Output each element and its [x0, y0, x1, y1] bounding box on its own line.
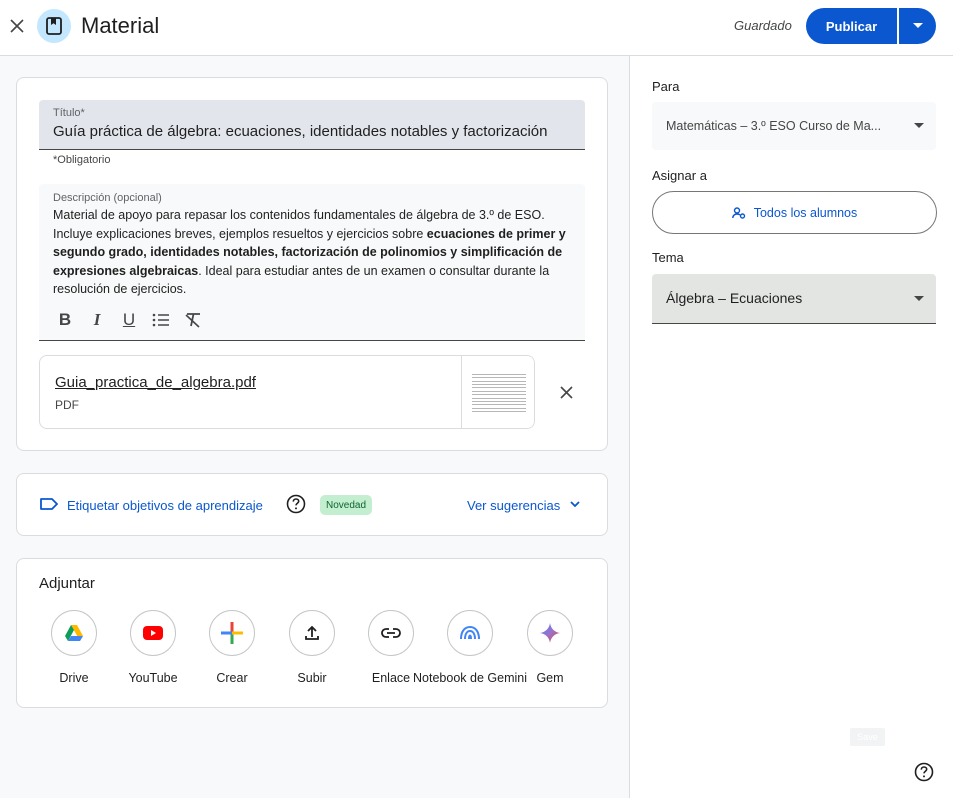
formatting-toolbar: B I U — [49, 308, 209, 332]
close-icon — [559, 385, 573, 399]
attach-option-label: Gem — [536, 671, 564, 685]
class-select[interactable]: Matemáticas – 3.º ESO Curso de Ma... — [652, 102, 936, 150]
caret-down-icon — [912, 23, 923, 28]
attach-notebook-option[interactable]: Notebook de Gemini — [413, 610, 527, 685]
notebook-button[interactable] — [447, 610, 493, 656]
drive-icon — [65, 625, 83, 641]
class-select-value: Matemáticas – 3.º ESO Curso de Ma... — [666, 119, 882, 133]
notebook-icon — [460, 626, 480, 640]
attachment-thumbnail[interactable] — [461, 356, 534, 428]
bold-button[interactable]: B — [49, 308, 81, 332]
attach-option-label: Subir — [297, 671, 327, 685]
top-bar: Material Guardado Publicar — [0, 0, 953, 56]
tema-label: Tema — [652, 250, 684, 265]
attachment-file-type: PDF — [55, 398, 79, 412]
topic-select-value: Álgebra – Ecuaciones — [666, 290, 803, 306]
link-button[interactable] — [368, 610, 414, 656]
new-badge: Novedad — [320, 495, 373, 515]
clear-formatting-button[interactable] — [177, 308, 209, 332]
help-icon[interactable] — [286, 494, 306, 514]
youtube-icon — [143, 626, 163, 640]
publish-options-button[interactable] — [899, 8, 936, 44]
page-title: Material — [81, 13, 160, 38]
attach-drive-option[interactable]: Drive — [34, 610, 114, 685]
dropdown-arrow-icon — [914, 296, 924, 301]
close-button[interactable] — [4, 12, 30, 40]
tag-learning-goals-link[interactable]: Etiquetar objetivos de aprendizaje — [67, 498, 263, 513]
drive-button[interactable] — [51, 610, 97, 656]
gem-button[interactable] — [527, 610, 573, 656]
attach-option-label: Enlace — [371, 671, 411, 685]
dropdown-arrow-icon — [914, 123, 924, 128]
description-label: Descripción (opcional) — [53, 192, 162, 204]
bookmark-book-icon — [46, 17, 62, 35]
italic-button[interactable]: I — [81, 308, 113, 332]
bulleted-list-button[interactable] — [145, 308, 177, 332]
close-icon — [10, 19, 24, 33]
youtube-button[interactable] — [130, 610, 176, 656]
description-text[interactable]: Material de apoyo para repasar los conte… — [53, 206, 578, 299]
people-icon — [731, 206, 745, 219]
link-icon — [381, 628, 401, 638]
upload-button[interactable] — [289, 610, 335, 656]
material-app-icon — [37, 9, 71, 43]
assign-students-button[interactable]: Todos los alumnos — [652, 191, 937, 234]
learning-goals-card: Etiquetar objetivos de aprendizaje Noved… — [16, 473, 608, 536]
remove-attachment-button[interactable] — [553, 379, 579, 405]
attach-section-title: Adjuntar — [39, 575, 95, 592]
editor-area: Título* Guía práctica de álgebra: ecuaci… — [0, 56, 629, 798]
title-label: Título* — [53, 107, 85, 119]
attachment-card[interactable]: Guia_practica_de_algebra.pdf PDF — [39, 355, 535, 429]
attach-youtube-option[interactable]: YouTube — [113, 610, 193, 685]
plus-icon — [221, 622, 243, 644]
assign-label: Asignar a — [652, 168, 707, 183]
publish-button[interactable]: Publicar — [806, 8, 897, 44]
description-field[interactable]: Descripción (opcional) Material de apoyo… — [39, 184, 585, 341]
attach-option-label: Crear — [216, 671, 248, 685]
label-tag-icon — [40, 498, 58, 510]
gem-icon — [540, 623, 560, 643]
view-suggestions-link[interactable]: Ver sugerencias — [467, 498, 560, 513]
material-details-card: Título* Guía práctica de álgebra: ecuaci… — [16, 77, 608, 451]
topic-select[interactable]: Álgebra – Ecuaciones — [652, 274, 936, 324]
save-chip[interactable]: Save — [850, 728, 885, 746]
attach-upload-option[interactable]: Subir — [272, 610, 352, 685]
attachment-file-name[interactable]: Guia_practica_de_algebra.pdf — [55, 374, 256, 391]
assign-students-label: Todos los alumnos — [753, 205, 858, 220]
bulleted-list-icon — [152, 313, 169, 327]
settings-panel: Para Matemáticas – 3.º ESO Curso de Ma..… — [629, 56, 953, 798]
help-icon — [914, 762, 934, 782]
help-button[interactable] — [913, 761, 935, 783]
pdf-preview-icon — [471, 374, 526, 412]
saved-status: Guardado — [734, 18, 792, 33]
attach-create-option[interactable]: Crear — [192, 610, 272, 685]
underline-button[interactable]: U — [113, 308, 145, 332]
clear-format-icon — [185, 313, 200, 328]
attach-gem-option[interactable]: Gem — [510, 610, 590, 685]
title-input[interactable]: Guía práctica de álgebra: ecuaciones, id… — [53, 123, 547, 140]
attach-option-label: Drive — [59, 671, 89, 685]
upload-icon — [305, 625, 319, 640]
chevron-down-icon[interactable] — [569, 500, 581, 508]
attach-option-label: YouTube — [128, 671, 178, 685]
para-label: Para — [652, 79, 680, 94]
title-field[interactable]: Título* Guía práctica de álgebra: ecuaci… — [39, 100, 585, 150]
attach-options-card: Adjuntar Drive YouTube Crear Subir Enlac… — [16, 558, 608, 708]
create-button[interactable] — [209, 610, 255, 656]
required-note: *Obligatorio — [53, 154, 111, 166]
